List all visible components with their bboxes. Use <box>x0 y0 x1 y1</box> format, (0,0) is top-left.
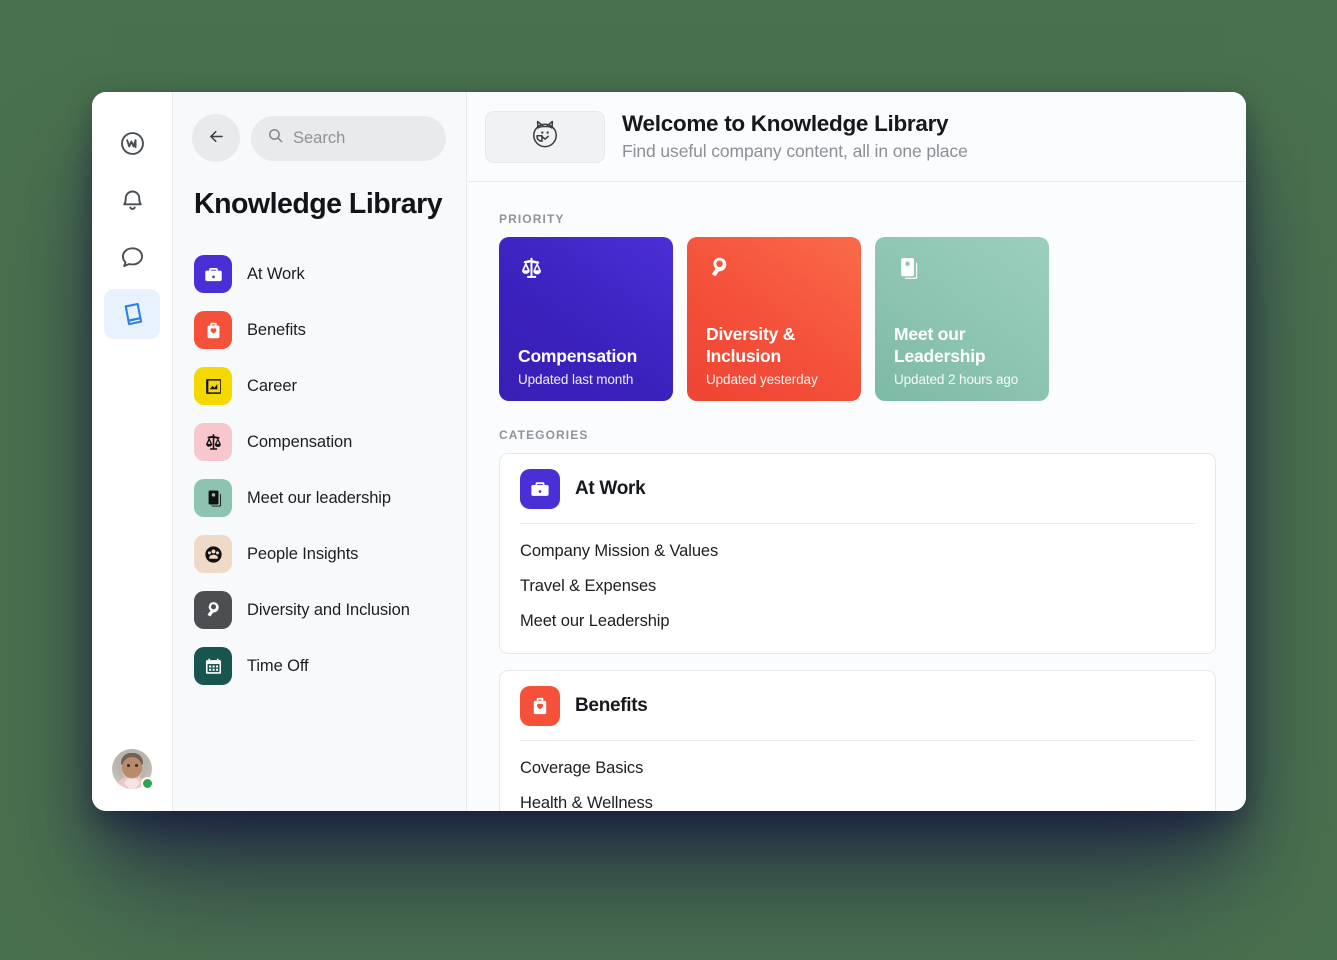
left-rail <box>92 92 173 811</box>
sidebar-toolbar <box>192 114 446 162</box>
rail-item-workplace[interactable] <box>104 118 160 168</box>
sidebar-item-label: Career <box>247 377 297 396</box>
category-link[interactable]: Travel & Expenses <box>520 569 1195 604</box>
medical-bag-icon <box>520 686 560 726</box>
sidebar-item-time-off[interactable]: Time Off <box>192 638 446 694</box>
category-link-list: Company Mission & ValuesTravel & Expense… <box>520 524 1195 653</box>
search-input[interactable] <box>293 129 430 148</box>
ribbon-pin-icon <box>194 591 232 629</box>
app-window: Knowledge Library At Work Benefits Career C… <box>92 92 1246 811</box>
priority-card-title: Meet our Leadership <box>894 324 1033 368</box>
sidebar: Knowledge Library At Work Benefits Career C… <box>173 92 467 811</box>
sidebar-item-label: At Work <box>247 265 305 284</box>
ribbon-pin-icon <box>706 255 845 287</box>
category-link[interactable]: Meet our Leadership <box>520 604 1195 639</box>
sidebar-item-compensation[interactable]: Compensation <box>192 414 446 470</box>
search-icon <box>267 127 284 149</box>
sidebar-item-label: Compensation <box>247 433 352 452</box>
categories-section-label: CATEGORIES <box>499 428 1216 442</box>
category-link-list: Coverage BasicsHealth & Wellness <box>520 741 1195 811</box>
book-icon <box>117 299 147 329</box>
sidebar-item-label: Benefits <box>247 321 306 340</box>
sidebar-category-list: At Work Benefits Career Compensation Meet ou… <box>192 246 446 694</box>
page-title: Knowledge Library <box>192 188 446 221</box>
main-panel: Welcome to Knowledge Library Find useful… <box>467 92 1246 811</box>
welcome-title: Welcome to Knowledge Library <box>622 110 968 138</box>
sidebar-item-label: Time Off <box>247 657 309 676</box>
priority-card-title: Compensation <box>518 346 657 368</box>
rail-item-chat[interactable] <box>104 232 160 282</box>
welcome-subtitle: Find useful company content, all in one … <box>622 140 968 164</box>
rail-item-knowledge-library[interactable] <box>104 289 160 339</box>
category-card-title: Benefits <box>575 695 648 717</box>
chat-bubble-icon <box>119 244 146 271</box>
sidebar-item-meet-our-leadership[interactable]: Meet our leadership <box>192 470 446 526</box>
priority-card[interactable]: Compensation Updated last month <box>499 237 673 401</box>
category-card-title: At Work <box>575 478 645 500</box>
category-card-list: At Work Company Mission & ValuesTravel & … <box>499 453 1216 811</box>
sidebar-item-label: Meet our leadership <box>247 489 391 508</box>
medical-bag-icon <box>194 311 232 349</box>
sidebar-item-at-work[interactable]: At Work <box>192 246 446 302</box>
cat-face-icon <box>526 115 564 158</box>
category-card-header[interactable]: Benefits <box>520 671 1195 741</box>
category-card-header[interactable]: At Work <box>520 454 1195 524</box>
sidebar-item-label: People Insights <box>247 545 358 564</box>
brand-tile <box>485 111 605 163</box>
id-cards-icon <box>194 479 232 517</box>
chart-icon <box>194 367 232 405</box>
search-box[interactable] <box>251 116 446 161</box>
priority-card-meta: Updated 2 hours ago <box>894 372 1033 387</box>
calendar-icon <box>194 647 232 685</box>
category-link[interactable]: Company Mission & Values <box>520 534 1195 569</box>
sidebar-item-diversity-and-inclusion[interactable]: Diversity and Inclusion <box>192 582 446 638</box>
priority-card-meta: Updated last month <box>518 372 657 387</box>
priority-card[interactable]: Meet our Leadership Updated 2 hours ago <box>875 237 1049 401</box>
back-button[interactable] <box>192 114 240 162</box>
people-icon <box>194 535 232 573</box>
category-link[interactable]: Health & Wellness <box>520 786 1195 811</box>
priority-card[interactable]: Diversity & Inclusion Updated yesterday <box>687 237 861 401</box>
header-text: Welcome to Knowledge Library Find useful… <box>622 110 968 164</box>
sidebar-item-people-insights[interactable]: People Insights <box>192 526 446 582</box>
sidebar-item-career[interactable]: Career <box>192 358 446 414</box>
sidebar-item-benefits[interactable]: Benefits <box>192 302 446 358</box>
arrow-left-icon <box>207 127 226 149</box>
main-header: Welcome to Knowledge Library Find useful… <box>467 92 1246 182</box>
briefcase-icon <box>520 469 560 509</box>
priority-card-meta: Updated yesterday <box>706 372 845 387</box>
rail-item-notifications[interactable] <box>104 175 160 225</box>
id-cards-icon <box>894 255 1033 287</box>
avatar[interactable] <box>112 749 152 789</box>
category-card: Benefits Coverage BasicsHealth & Wellness <box>499 670 1216 811</box>
priority-card-grid: Compensation Updated last month Diversity … <box>499 237 1216 401</box>
workplace-logo-icon <box>119 130 146 157</box>
priority-section-label: PRIORITY <box>499 212 1216 226</box>
status-badge-online <box>141 777 154 790</box>
priority-card-title: Diversity & Inclusion <box>706 324 845 368</box>
sidebar-item-label: Diversity and Inclusion <box>247 601 410 620</box>
main-body: PRIORITY Compensation Updated last month D… <box>467 182 1246 811</box>
screen: Knowledge Library At Work Benefits Career C… <box>0 0 1337 960</box>
category-link[interactable]: Coverage Basics <box>520 751 1195 786</box>
briefcase-icon <box>194 255 232 293</box>
category-card: At Work Company Mission & ValuesTravel & … <box>499 453 1216 654</box>
scales-icon <box>194 423 232 461</box>
bell-icon <box>119 187 146 214</box>
scales-icon <box>518 255 657 287</box>
